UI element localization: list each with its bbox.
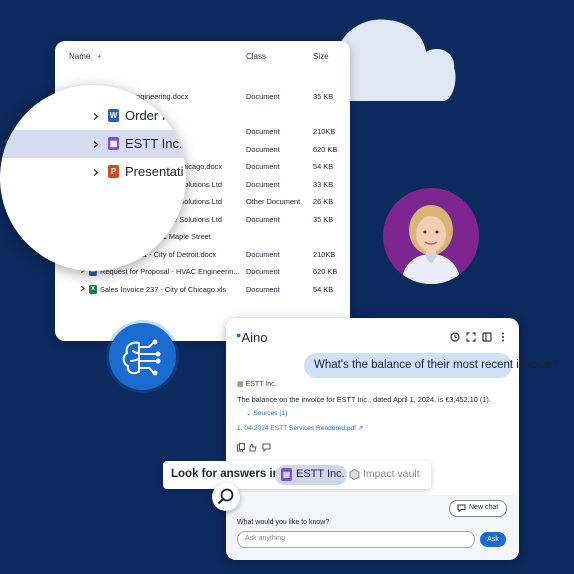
- file-class: Other Document: [246, 197, 301, 206]
- list-item[interactable]: W Order for: [0, 102, 186, 130]
- panel-icon[interactable]: [482, 332, 492, 342]
- building-icon: ▦: [237, 381, 244, 388]
- ask-input[interactable]: Ask anything: [237, 531, 475, 548]
- file-size: 210KB: [313, 249, 336, 259]
- file-class: Document: [246, 214, 280, 224]
- column-header-name[interactable]: Name: [69, 52, 90, 61]
- file-name: Order for: [125, 108, 178, 123]
- file-class: Document: [246, 179, 280, 189]
- file-class: Document: [246, 284, 280, 294]
- user-message: What's the balance of their most recent …: [304, 353, 558, 378]
- list-item-selected[interactable]: ▦ ESTT Inc.: [0, 130, 186, 158]
- ask-button[interactable]: Ask: [480, 532, 506, 547]
- chevron-right-icon[interactable]: [92, 169, 99, 176]
- chevron-down-icon: ⌄: [246, 410, 252, 417]
- file-name: Request for Proposal - HVAC Engineerin..…: [100, 267, 240, 276]
- sources-toggle[interactable]: ⌄ Sources (1): [246, 409, 287, 417]
- file-class: Document: [246, 249, 280, 259]
- file-class: Document: [246, 144, 280, 154]
- file-size: 54 KB: [313, 162, 334, 171]
- file-size: 620 KB: [313, 144, 338, 154]
- context-label: ▦ ESTT Inc.: [237, 381, 277, 388]
- search-icon: [217, 488, 234, 505]
- chevron-right-icon[interactable]: [80, 285, 85, 291]
- search-button[interactable]: [212, 483, 240, 511]
- chat-input-area: New chat What would you like to know? As…: [226, 495, 519, 560]
- file-size: 210KB: [313, 127, 336, 136]
- file-name: ESTT Inc.: [125, 136, 183, 151]
- excel-icon: X: [89, 284, 97, 294]
- expand-icon[interactable]: [466, 332, 476, 342]
- message-actions: [237, 439, 273, 457]
- column-header-size[interactable]: Size: [313, 52, 329, 61]
- chevron-right-icon[interactable]: [92, 141, 99, 148]
- file-size: 54 KB: [313, 284, 334, 294]
- building-icon: ▦: [108, 137, 119, 150]
- chevron-right-icon[interactable]: [92, 113, 99, 120]
- chip-impact-vault[interactable]: Impact vault: [349, 465, 427, 485]
- building-icon: ▦: [281, 468, 292, 481]
- file-size: 26 KB: [313, 197, 334, 206]
- external-link-icon: ↗: [357, 425, 364, 432]
- look-for-answers-bar: Look for answers in: ▦ ESTT Inc. Impact …: [163, 461, 431, 489]
- ask-label: What would you like to know?: [237, 519, 330, 526]
- word-icon: W: [108, 109, 119, 122]
- file-class: Document: [246, 267, 280, 276]
- sort-icon[interactable]: +: [97, 52, 102, 61]
- vault-icon: [349, 469, 360, 480]
- file-size: 33 KB: [313, 179, 334, 189]
- history-icon[interactable]: [450, 332, 460, 342]
- column-header-class[interactable]: Class: [246, 52, 266, 61]
- file-list-panel: Name + Class Size WElectrical engineerin…: [0, 41, 350, 341]
- magnifier-lens: W Order for ▦ ESTT Inc. P Presentati: [0, 85, 186, 271]
- person-photo: [401, 205, 461, 284]
- file-size: 620 KB: [313, 267, 338, 276]
- file-size: 35 KB: [313, 92, 334, 101]
- assistant-answer: The balance on the invoice for ESTT Inc.…: [237, 395, 491, 404]
- file-name: Sales Invoice 237 - City of Chicago.xls: [100, 284, 227, 294]
- file-class: Document: [246, 162, 280, 171]
- file-class: Document: [246, 127, 280, 136]
- copy-icon[interactable]: [237, 443, 245, 452]
- list-item[interactable]: P Presentati: [0, 158, 186, 186]
- powerpoint-icon: P: [108, 165, 119, 178]
- chip-estt[interactable]: ▦ ESTT Inc.: [275, 465, 347, 485]
- file-size: 35 KB: [313, 214, 334, 224]
- chat-panel: ●Aino What's the balance of their most r…: [226, 318, 558, 560]
- aino-logo: ●Aino: [236, 330, 268, 345]
- ai-brain-icon: [109, 323, 176, 390]
- more-options-icon[interactable]: [498, 332, 508, 342]
- chat-bubble-icon: [457, 504, 466, 512]
- source-link[interactable]: 1. 04-2024 ESTT Services Rendered.pdf ↗: [237, 424, 363, 432]
- file-name: Presentati: [125, 164, 184, 179]
- table-row[interactable]: X Sales Invoice 237 - City of Chicago.xls…: [55, 282, 350, 299]
- avatar: [383, 188, 479, 284]
- comment-icon[interactable]: [262, 443, 271, 453]
- new-chat-button[interactable]: New chat: [449, 500, 507, 517]
- look-for-label: Look for answers in:: [171, 468, 284, 480]
- thumbs-up-icon[interactable]: [249, 443, 257, 452]
- file-class: Document: [246, 92, 280, 101]
